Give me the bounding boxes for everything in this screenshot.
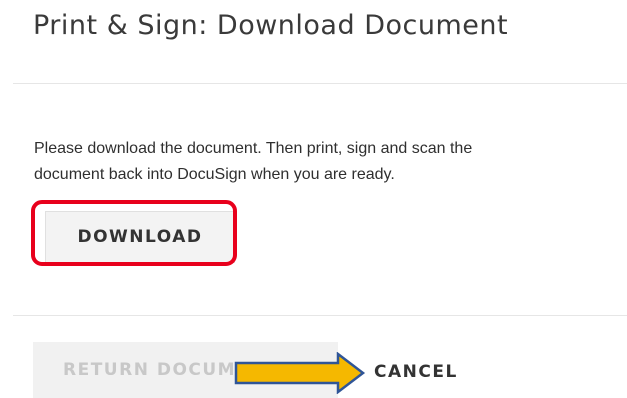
header-divider [13, 83, 627, 84]
footer-divider [13, 315, 627, 316]
cancel-button[interactable]: CANCEL [374, 362, 458, 382]
page-title: Print & Sign: Download Document [33, 10, 509, 41]
instructions-line-1: Please download the document. Then print… [34, 140, 473, 157]
instructions-line-2: document back into DocuSign when you are… [34, 166, 395, 183]
return-document-button[interactable]: RETURN DOCUMENT [33, 342, 338, 398]
download-button[interactable]: DOWNLOAD [45, 211, 235, 263]
instructions-text: Please download the document. Then print… [34, 136, 627, 188]
return-document-label: RETURN DOCUMENT [63, 360, 279, 380]
